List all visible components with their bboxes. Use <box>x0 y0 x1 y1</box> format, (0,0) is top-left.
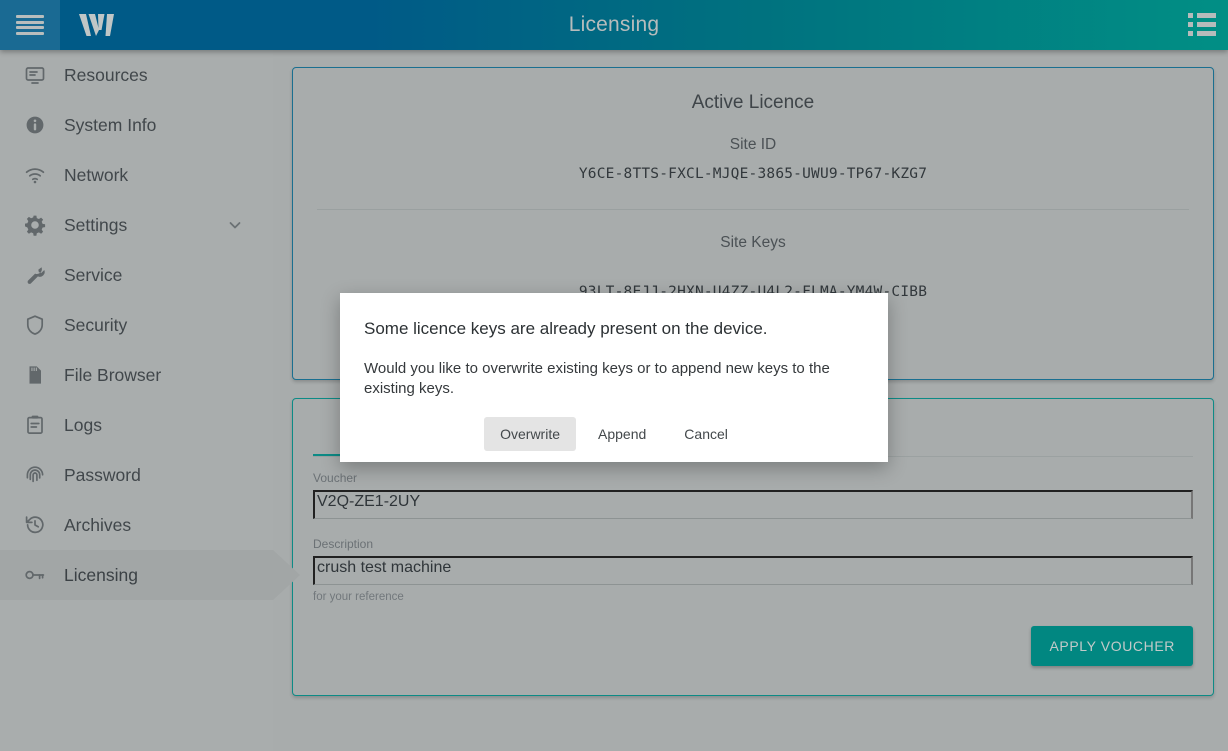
sidebar-item-archives[interactable]: Archives <box>0 500 273 550</box>
wifi-icon <box>18 164 52 186</box>
chevron-down-icon[interactable] <box>227 217 243 233</box>
sidebar-item-settings[interactable]: Settings <box>0 200 273 250</box>
page-title: Licensing <box>568 13 660 36</box>
description-hint: for your reference <box>313 591 404 603</box>
app-root: Licensing Resources System Info Network Set… <box>0 0 1228 751</box>
sidebar-item-licensing[interactable]: Licensing <box>0 550 300 600</box>
sidebar-item-system-info[interactable]: System Info <box>0 100 273 150</box>
sidebar-item-network[interactable]: Network <box>0 150 273 200</box>
sidebar-item-security[interactable]: Security <box>0 300 273 350</box>
dialog-heading: Some licence keys are already present on… <box>364 319 768 338</box>
info-icon <box>18 114 52 136</box>
voucher-input[interactable] <box>313 490 1193 519</box>
hamburger-menu-icon <box>16 15 44 35</box>
sidebar-nav: Resources System Info Network Settings Servi… <box>0 50 300 751</box>
sidebar-item-label: System Info <box>64 114 157 135</box>
cancel-button[interactable]: Cancel <box>668 417 744 451</box>
apply-voucher-button[interactable]: APPLY VOUCHER <box>1031 626 1193 666</box>
dialog-body-text: Would you like to overwrite existing key… <box>364 360 830 397</box>
clipboard-icon <box>18 414 52 436</box>
sidebar-item-label: Logs <box>64 414 102 435</box>
site-keys-label: Site Keys <box>720 234 786 251</box>
sidebar-item-label: Service <box>64 264 123 285</box>
list-icon[interactable] <box>1188 13 1216 37</box>
dialog-actions: Overwrite Append Cancel <box>364 416 864 451</box>
w-brand-logo-icon <box>79 14 114 36</box>
description-field-group: Description for your reference <box>313 537 1193 603</box>
sidebar-item-label: File Browser <box>64 364 162 385</box>
overwrite-button[interactable]: Overwrite <box>484 416 577 451</box>
site-id-label: Site ID <box>729 136 777 153</box>
active-licence-title: Active Licence <box>691 92 815 113</box>
sidebar-item-label: Password <box>64 464 141 485</box>
sidebar-item-label: Settings <box>64 214 128 235</box>
sidebar-item-file-browser[interactable]: File Browser <box>0 350 273 400</box>
shield-icon <box>18 314 52 336</box>
wrench-icon <box>18 264 52 286</box>
sidebar-item-label: Security <box>64 314 128 335</box>
voucher-field-group: Voucher <box>313 471 1193 519</box>
monitor-icon <box>18 64 52 86</box>
voucher-form: Voucher Description for your reference <box>293 457 1213 603</box>
apply-button-row: APPLY VOUCHER <box>293 613 1213 666</box>
key-icon <box>18 564 52 586</box>
hamburger-menu-button[interactable] <box>0 0 60 50</box>
sidebar-item-logs[interactable]: Logs <box>0 400 273 450</box>
card-divider <box>317 209 1189 210</box>
voucher-label: Voucher <box>313 471 358 485</box>
sidebar-item-label: Resources <box>64 64 148 85</box>
sidebar-item-label: Archives <box>64 514 132 535</box>
sidebar-item-label: Network <box>64 164 129 185</box>
sidebar-item-password[interactable]: Password <box>0 450 273 500</box>
sidebar-item-label: Licensing <box>64 564 138 585</box>
fingerprint-icon <box>18 464 52 486</box>
append-button[interactable]: Append <box>582 417 662 451</box>
gear-icon <box>18 214 52 236</box>
brand-logo <box>68 0 130 50</box>
site-id-value: Y6CE-8TTS-FXCL-MJQE-3865-UWU9-TP67-KZG7 <box>578 166 928 182</box>
top-app-bar: Licensing <box>0 0 1228 50</box>
sd-card-icon <box>18 364 52 386</box>
description-input[interactable] <box>313 556 1193 585</box>
sidebar-item-service[interactable]: Service <box>0 250 273 300</box>
confirm-dialog: Some licence keys are already present on… <box>340 293 888 462</box>
description-label: Description <box>313 537 374 551</box>
sidebar-item-resources[interactable]: Resources <box>0 50 273 100</box>
history-icon <box>18 514 52 536</box>
